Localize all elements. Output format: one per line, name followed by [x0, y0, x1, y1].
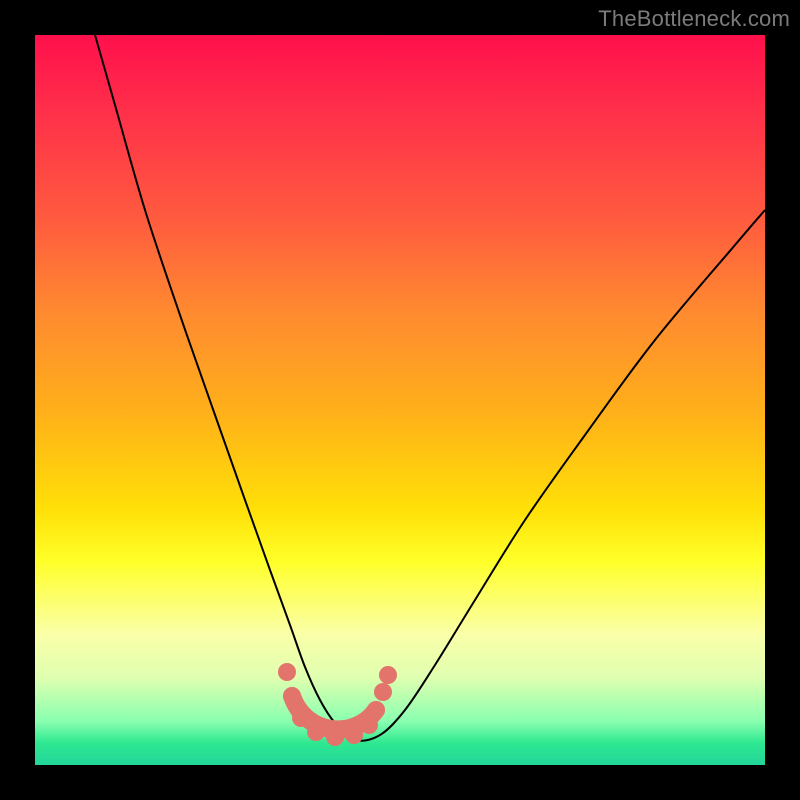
marker-dot — [278, 663, 296, 681]
marker-dot — [345, 726, 363, 744]
chart-frame: TheBottleneck.com — [0, 0, 800, 800]
marker-dot — [326, 728, 344, 746]
marker-dot — [292, 709, 310, 727]
marker-dot — [367, 701, 385, 719]
chart-svg — [35, 35, 765, 765]
marker-dot — [307, 723, 325, 741]
watermark-label: TheBottleneck.com — [598, 6, 790, 32]
bottleneck-curve — [95, 35, 765, 741]
marker-dot — [283, 687, 301, 705]
marker-dot — [379, 666, 397, 684]
plot-area — [35, 35, 765, 765]
marker-dot — [374, 683, 392, 701]
